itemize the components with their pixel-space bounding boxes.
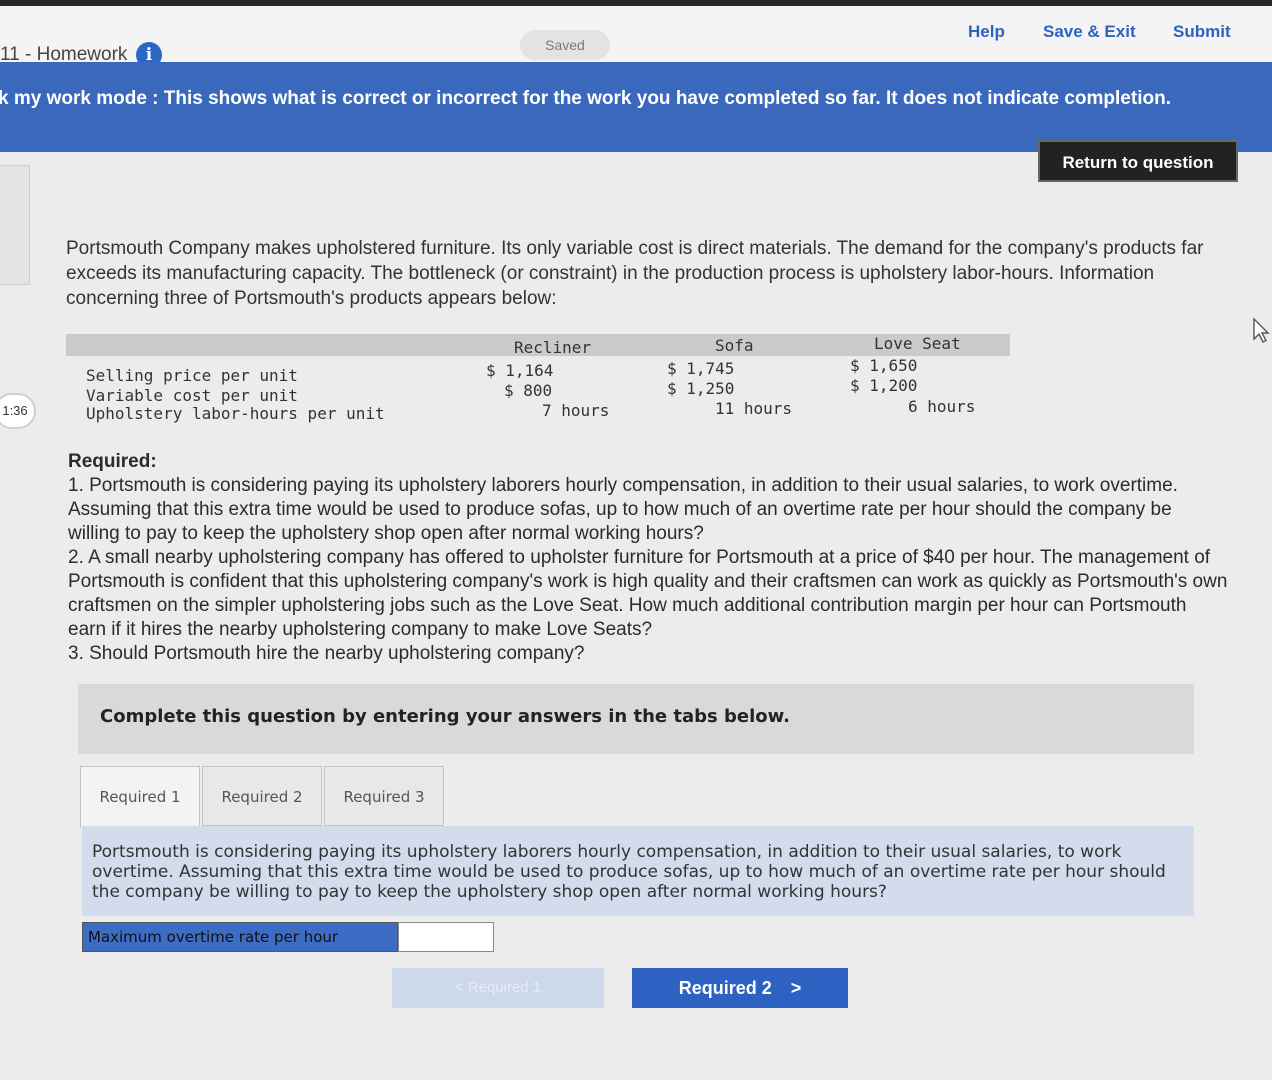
top-bar: 11 - Homework i Saved Help Save & Exit S… xyxy=(0,0,1272,68)
cell-sofa-hours: 11 hours xyxy=(715,399,793,418)
cell-recliner-hours: 7 hours xyxy=(542,401,610,420)
required-item-3: 3. Should Portsmouth hire the nearby uph… xyxy=(68,643,585,664)
instruction-text: Complete this question by entering your … xyxy=(100,706,790,727)
cell-recliner-price: $ 1,164 xyxy=(486,361,554,380)
question-text: Portsmouth is considering paying its uph… xyxy=(92,842,1166,902)
chevron-right-icon: > xyxy=(790,978,802,998)
cell-recliner-cost: $ 800 xyxy=(504,381,553,400)
row-label-variable-cost: Variable cost per unit xyxy=(86,386,298,405)
required-section: Required: 1. Portsmouth is considering p… xyxy=(68,450,1228,666)
cell-love-seat-price: $ 1,650 xyxy=(850,356,918,375)
next-button-label: Required 2 xyxy=(678,978,772,998)
instruction-box: Complete this question by entering your … xyxy=(78,684,1194,754)
prev-required-button: < Required 1 xyxy=(392,968,604,1008)
question-panel: Portsmouth is considering paying its uph… xyxy=(82,826,1194,916)
next-required-button[interactable]: Required 2 > xyxy=(632,968,848,1008)
cell-love-seat-hours: 6 hours xyxy=(908,397,976,416)
cell-love-seat-cost: $ 1,200 xyxy=(850,376,918,395)
cell-sofa-cost: $ 1,250 xyxy=(667,379,735,398)
help-link[interactable]: Help xyxy=(968,22,1005,42)
submit-link[interactable]: Submit xyxy=(1173,22,1231,42)
problem-intro: Portsmouth Company makes upholstered fur… xyxy=(66,238,1204,309)
row-label-selling-price: Selling price per unit xyxy=(86,366,298,385)
saved-status: Saved xyxy=(520,30,610,60)
column-header-recliner: Recliner xyxy=(514,338,592,357)
row-label-labor-hours: Upholstery labor-hours per unit xyxy=(86,404,385,423)
product-data-table: Recliner Sofa Love Seat Selling price pe… xyxy=(66,334,1010,430)
save-exit-link[interactable]: Save & Exit xyxy=(1043,22,1136,42)
required-heading: Required: xyxy=(68,451,157,472)
answer-label: Maximum overtime rate per hour xyxy=(82,922,398,952)
cell-sofa-price: $ 1,745 xyxy=(667,359,735,378)
banner-text: k my work mode : This shows what is corr… xyxy=(0,88,1171,109)
required-item-1: 1. Portsmouth is considering paying its … xyxy=(68,475,1178,544)
overtime-rate-input[interactable] xyxy=(398,922,494,952)
tab-required-1[interactable]: Required 1 xyxy=(80,766,200,828)
timer-badge: 1:36 xyxy=(0,393,36,429)
return-to-question-button[interactable]: Return to question xyxy=(1038,140,1238,182)
tab-required-2[interactable]: Required 2 xyxy=(202,766,322,826)
column-header-sofa: Sofa xyxy=(715,336,754,355)
column-header-love-seat: Love Seat xyxy=(874,334,961,353)
check-my-work-banner: k my work mode : This shows what is corr… xyxy=(0,62,1272,152)
side-panel-tab[interactable] xyxy=(0,165,30,285)
mouse-cursor-icon xyxy=(1253,318,1270,343)
required-item-2: 2. A small nearby upholstering company h… xyxy=(68,547,1228,640)
tab-required-3[interactable]: Required 3 xyxy=(324,766,444,826)
